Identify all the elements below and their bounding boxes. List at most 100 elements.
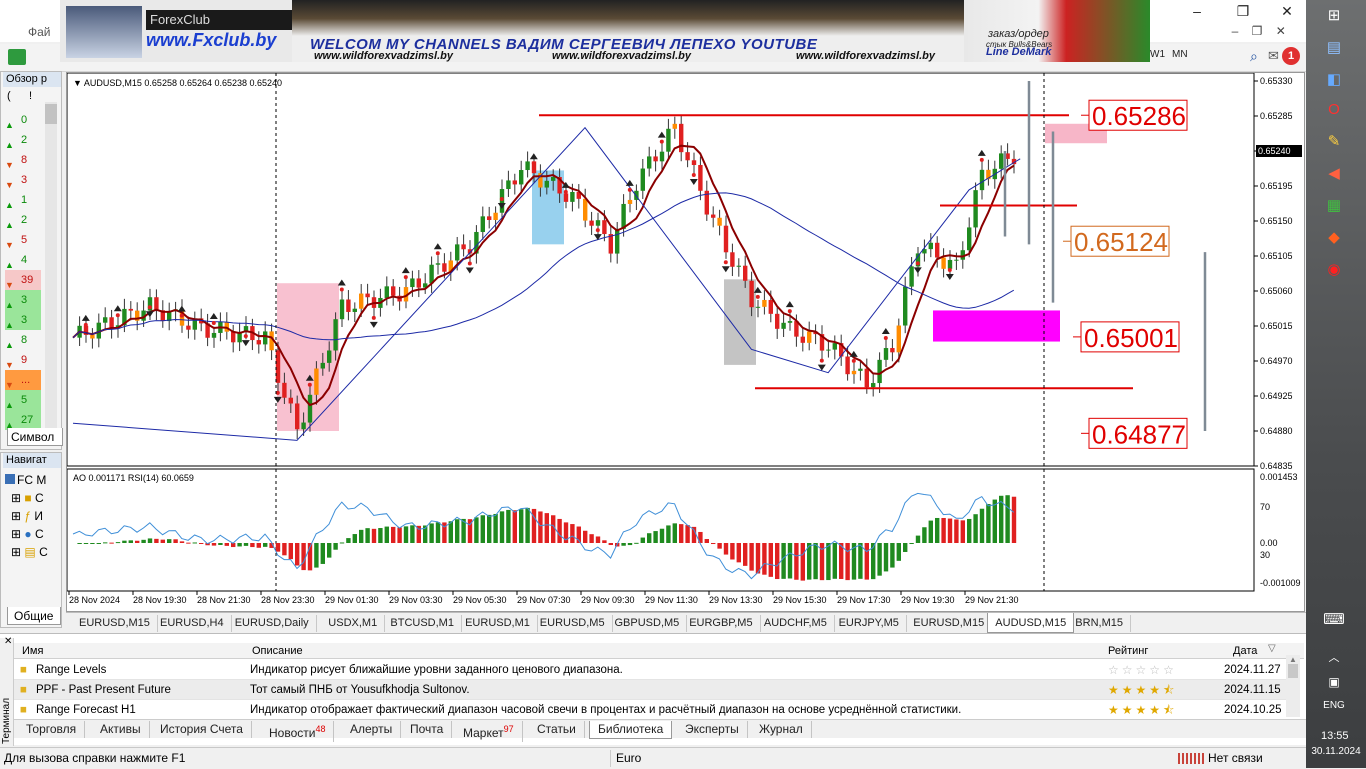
mdi-controls[interactable]: – ❐ ✕ <box>1225 24 1305 42</box>
market-watch-row[interactable]: ▼ 8 <box>5 150 41 170</box>
market-watch-row[interactable]: ▲ 5 <box>5 390 41 410</box>
clock-date[interactable]: 30.11.2024 <box>1306 740 1366 764</box>
signal-dot <box>83 322 88 327</box>
market-watch-row[interactable]: ▼ 39 <box>5 270 41 290</box>
network-icon[interactable]: ▣ <box>1321 670 1347 694</box>
market-watch-row[interactable]: ▲ 2 <box>5 130 41 150</box>
chart-tab[interactable]: EURUSD,M15 <box>72 615 158 632</box>
timeframe-mn[interactable]: MN <box>1172 49 1188 60</box>
market-watch-row[interactable]: ▲ 2 <box>5 210 41 230</box>
market-watch-row[interactable]: ▲ 3 <box>5 310 41 330</box>
market-watch-scrollbar[interactable] <box>45 102 57 438</box>
scroll-up-icon[interactable]: ▲ <box>1286 655 1300 664</box>
ao-bar <box>666 525 671 543</box>
minimize-button[interactable]: – <box>1182 0 1212 22</box>
chart-tab[interactable]: AUDUSD,M15 <box>987 613 1075 633</box>
market-watch-row[interactable]: ▲ 27 <box>5 410 41 430</box>
chart-tab[interactable]: EURGBP,M5 <box>682 615 761 632</box>
app-icon[interactable]: ◧ <box>1321 68 1347 92</box>
market-watch-value: 4 <box>21 254 28 266</box>
terminal-tab[interactable]: Маркет97 <box>455 721 523 742</box>
chart-tab[interactable]: EURUSD,M1 <box>458 615 538 632</box>
chart-tab[interactable]: EURUSD,Daily <box>228 615 317 632</box>
market-watch-scroll-thumb[interactable] <box>45 104 57 124</box>
keyboard-icon[interactable]: ⌨ <box>1321 608 1347 632</box>
anydesk-icon[interactable]: ◆ <box>1321 226 1347 250</box>
terminal-tab[interactable]: Торговля <box>18 721 86 738</box>
windows-icon[interactable]: ⊞ <box>1321 4 1347 28</box>
chart-canvas[interactable]: 0.65330 0.65285 0.65240 0.65195 0.65150 0.651… <box>67 73 1304 611</box>
ao-bar <box>480 515 485 543</box>
col-rating[interactable]: Рейтинг <box>1108 643 1148 659</box>
market-watch-row[interactable]: ▼ 9 <box>5 350 41 370</box>
terminal-tab[interactable]: Журнал <box>751 721 812 738</box>
terminal-close-icon[interactable]: ✕ <box>4 636 12 647</box>
menu-file[interactable]: Фай <box>28 25 51 39</box>
search-icon[interactable]: ⌕ <box>1250 48 1258 65</box>
market-watch-row[interactable]: ▼ 3 <box>5 170 41 190</box>
speaker-app-icon[interactable]: ◀ <box>1321 162 1347 186</box>
up-arrow-icon[interactable]: ︿ <box>1321 646 1347 670</box>
navigator-item-3[interactable]: ⊞ ● С <box>11 527 44 541</box>
chart-tab[interactable]: EURUSD,M15 <box>906 615 993 632</box>
market-watch-row[interactable]: ▼... <box>5 370 41 390</box>
ao-bar <box>864 543 869 580</box>
tab-symbols[interactable]: Символ <box>7 428 63 446</box>
chart-tab[interactable]: BRN,M15 <box>1068 615 1131 632</box>
col-desc[interactable]: Описание <box>252 643 303 659</box>
language-indicator[interactable]: ENG <box>1321 694 1347 718</box>
terminal-tab[interactable]: Новости48 <box>261 721 335 742</box>
market-watch-row[interactable]: ▲ 4 <box>5 250 41 270</box>
new-order-icon[interactable] <box>8 49 26 65</box>
candle <box>307 394 313 423</box>
chart-tab[interactable]: EURJPY,M5 <box>832 615 907 632</box>
terminal-scroll-thumb[interactable] <box>1288 664 1298 678</box>
terminal-tab[interactable]: Алерты <box>342 721 402 738</box>
market-watch-title[interactable]: Обзор р <box>3 72 61 87</box>
navigator-item-2[interactable]: ⊞ ƒ И <box>11 509 43 523</box>
terminal-tab[interactable]: Почта <box>402 721 453 738</box>
navigator-title[interactable]: Навигат <box>3 453 61 468</box>
table-row[interactable]: ■ Range Levels Индикатор рисует ближайшие … <box>14 660 1286 680</box>
chart-tab[interactable]: USDX,M1 <box>321 615 386 632</box>
market-watch-row[interactable]: ▼ 5 <box>5 230 41 250</box>
restore-button[interactable]: ❐ <box>1228 0 1258 22</box>
market-watch-row[interactable]: ▲ 8 <box>5 330 41 350</box>
terminal-tab[interactable]: Активы <box>92 721 150 738</box>
record-icon[interactable]: ◉ <box>1321 258 1347 282</box>
ao-bar <box>826 543 831 581</box>
candle <box>935 242 940 258</box>
terminal-tab[interactable]: Эксперты <box>677 721 748 738</box>
chart-tab[interactable]: GBPUSD,M5 <box>608 615 688 632</box>
table-row[interactable]: ■ Range Forecast H1 Индикатор отображает ф… <box>14 700 1286 720</box>
navigator-item-4[interactable]: ⊞ ▤ С <box>11 545 48 559</box>
sort-icon[interactable]: ▽ <box>1268 643 1276 654</box>
chart-tab[interactable]: AUDCHF,M5 <box>757 615 835 632</box>
market-watch-row[interactable]: ▲ 3 <box>5 290 41 310</box>
opera-icon[interactable]: O <box>1321 98 1347 122</box>
candle <box>359 293 364 309</box>
timeframe-w1[interactable]: W1 <box>1150 49 1165 60</box>
explorer-icon[interactable]: ▤ <box>1321 36 1347 60</box>
tab-common[interactable]: Общие <box>7 607 61 625</box>
col-name[interactable]: Имя <box>22 643 43 659</box>
market-watch-row[interactable]: ▲ 1 <box>5 190 41 210</box>
market-watch-row[interactable]: ▲ 0 <box>5 110 41 130</box>
col-date[interactable]: Дата <box>1233 643 1257 659</box>
navigator-root[interactable]: FC M <box>5 473 46 487</box>
chat-icon[interactable]: ✉ <box>1268 48 1279 64</box>
chart-tab[interactable]: EURUSD,M5 <box>533 615 613 632</box>
calculator-icon[interactable]: ▦ <box>1321 194 1347 218</box>
chart-window[interactable]: 0.65330 0.65285 0.65240 0.65195 0.65150 0.651… <box>66 72 1305 612</box>
chart-tab[interactable]: BTCUSD,M1 <box>383 615 462 632</box>
table-row[interactable]: ■ PPF - Past Present Future Тот самый ПНБ … <box>14 680 1286 700</box>
paint-icon[interactable]: ✎ <box>1321 130 1347 154</box>
terminal-tab[interactable]: Статьи <box>529 721 585 738</box>
notification-badge[interactable]: 1 <box>1282 47 1300 65</box>
navigator-item-1[interactable]: ⊞ ■ С <box>11 491 44 505</box>
terminal-scrollbar[interactable]: ▲ <box>1286 655 1300 717</box>
terminal-tab[interactable]: История Счета <box>152 721 252 738</box>
chart-tab[interactable]: EURUSD,H4 <box>153 615 232 632</box>
terminal-tab[interactable]: Библиотека <box>589 721 673 739</box>
close-button[interactable]: ✕ <box>1272 0 1302 22</box>
